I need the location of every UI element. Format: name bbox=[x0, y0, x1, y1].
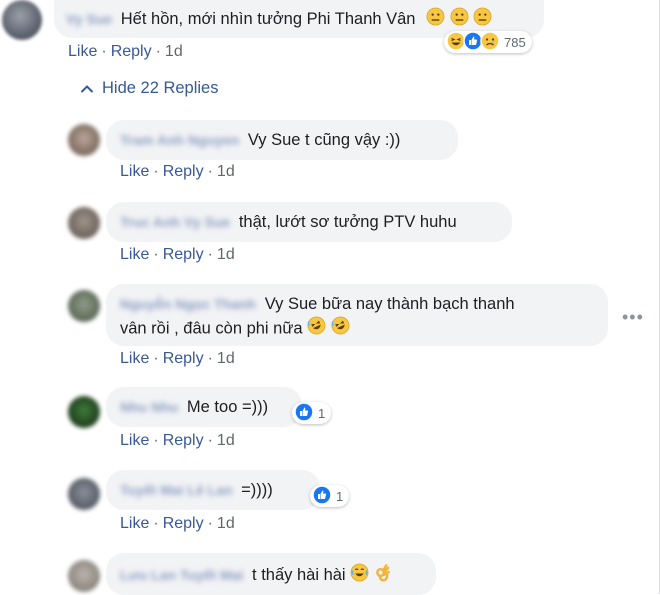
timestamp[interactable]: 1d bbox=[217, 515, 235, 532]
separator: · bbox=[207, 163, 213, 180]
like-button[interactable]: Like bbox=[120, 246, 149, 263]
like-button[interactable]: Like bbox=[120, 432, 149, 449]
reply-actions: Like · Reply · 1d bbox=[120, 350, 235, 368]
reply-button[interactable]: Reply bbox=[111, 43, 152, 60]
avatar[interactable] bbox=[68, 290, 100, 322]
comment-text: Hết hồn, mới nhìn tưởng Phi Thanh Vân bbox=[120, 9, 416, 28]
emoji-neutral-icon bbox=[426, 7, 445, 32]
reply-author[interactable]: Tram Anh Nguyen bbox=[120, 129, 239, 151]
avatar[interactable] bbox=[68, 478, 100, 510]
reply-button[interactable]: Reply bbox=[163, 515, 204, 532]
like-button[interactable]: Like bbox=[120, 515, 149, 532]
separator: · bbox=[101, 43, 107, 60]
separator: · bbox=[153, 246, 159, 263]
rofl-emoji-icon bbox=[331, 316, 350, 342]
comment-author[interactable]: Vy Sue bbox=[66, 8, 112, 30]
reply-bubble: Nhu Nhu Me too =))) bbox=[106, 387, 302, 427]
reply-bubble: Tram Anh Nguyen Vy Sue t cũng vậy :)) bbox=[106, 120, 458, 160]
reply-text: vân rồi , đâu còn phi nữa bbox=[120, 319, 303, 338]
separator: · bbox=[207, 350, 213, 367]
reply-text-line: Nguyễn Ngọc Thanh Vy Sue bữa nay thành b… bbox=[120, 292, 596, 316]
emoji-neutral-icon bbox=[450, 7, 469, 32]
reply-text: t thấy hài hài bbox=[252, 565, 346, 584]
separator: · bbox=[153, 350, 159, 367]
avatar[interactable] bbox=[68, 560, 100, 592]
reply-actions: Like · Reply · 1d bbox=[120, 515, 235, 533]
comment-actions: Like · Reply · 1d bbox=[68, 43, 183, 61]
reply-actions: Like · Reply · 1d bbox=[120, 432, 235, 450]
reply-button[interactable]: Reply bbox=[163, 350, 204, 367]
like-icon bbox=[294, 401, 314, 425]
separator: · bbox=[153, 163, 159, 180]
timestamp[interactable]: 1d bbox=[217, 432, 235, 449]
reply-text: =)))) bbox=[241, 481, 273, 499]
like-button[interactable]: Like bbox=[120, 163, 149, 180]
hide-replies-label: Hide 22 Replies bbox=[102, 79, 219, 97]
timestamp[interactable]: 1d bbox=[217, 350, 235, 367]
reaction-count: 785 bbox=[504, 34, 526, 50]
chevron-up-icon bbox=[80, 84, 94, 93]
separator: · bbox=[207, 432, 213, 449]
reply-actions: Like · Reply · 1d bbox=[120, 246, 235, 264]
avatar[interactable] bbox=[68, 396, 100, 428]
like-button[interactable]: Like bbox=[120, 350, 149, 367]
reply-button[interactable]: Reply bbox=[163, 246, 204, 263]
reply-author[interactable]: Nguyễn Ngọc Thanh bbox=[120, 292, 256, 316]
reply-text: Vy Sue t cũng vậy :)) bbox=[247, 131, 401, 149]
avatar[interactable] bbox=[68, 207, 100, 239]
reaction-count: 1 bbox=[318, 405, 326, 421]
avatar[interactable] bbox=[68, 124, 100, 156]
hide-replies-button[interactable]: Hide 22 Replies bbox=[80, 79, 218, 98]
separator: · bbox=[207, 515, 213, 532]
ok-hand-emoji-icon bbox=[374, 563, 391, 588]
like-button[interactable]: Like bbox=[68, 43, 97, 60]
reply-bubble: Tuyết Mai Lê Lan =)))) bbox=[106, 470, 320, 510]
separator: · bbox=[207, 246, 213, 263]
timestamp[interactable]: 1d bbox=[217, 246, 235, 263]
reply-button[interactable]: Reply bbox=[163, 163, 204, 180]
emoji-neutral-icon bbox=[473, 7, 492, 32]
reply-text: Me too =))) bbox=[186, 398, 269, 416]
reply-bubble: Truc Anh Vy Sue thật, lướt sơ tưởng PTV … bbox=[106, 202, 512, 242]
sad-icon bbox=[480, 30, 500, 54]
reaction-count: 1 bbox=[336, 488, 344, 504]
reply-author[interactable]: Nhu Nhu bbox=[120, 396, 178, 418]
reaction-summary[interactable]: 785 bbox=[444, 30, 532, 54]
like-icon bbox=[312, 484, 332, 508]
reply-author[interactable]: Truc Anh Vy Sue bbox=[120, 211, 230, 233]
reply-text: Vy Sue bữa nay thành bạch thanh bbox=[264, 295, 515, 313]
reply-text-line: vân rồi , đâu còn phi nữa bbox=[120, 316, 596, 342]
separator: · bbox=[155, 43, 161, 60]
timestamp[interactable]: 1d bbox=[217, 163, 235, 180]
reply-author[interactable]: Lưu Lan Tuyết Mai bbox=[120, 564, 243, 586]
separator: · bbox=[153, 515, 159, 532]
more-options-icon[interactable]: ••• bbox=[622, 307, 644, 328]
reply-bubble: Lưu Lan Tuyết Mai t thấy hài hài bbox=[106, 553, 436, 595]
separator: · bbox=[153, 432, 159, 449]
reply-text: thật, lướt sơ tưởng PTV huhu bbox=[238, 213, 457, 231]
reply-bubble: Nguyễn Ngọc Thanh Vy Sue bữa nay thành b… bbox=[106, 284, 608, 346]
reply-actions: Like · Reply · 1d bbox=[120, 163, 235, 181]
rofl-emoji-icon bbox=[307, 316, 326, 342]
timestamp[interactable]: 1d bbox=[165, 43, 183, 60]
avatar[interactable] bbox=[2, 0, 42, 40]
reaction-summary[interactable]: 1 bbox=[310, 484, 350, 508]
reply-button[interactable]: Reply bbox=[163, 432, 204, 449]
laughing-tears-emoji-icon bbox=[350, 563, 369, 588]
reply-author[interactable]: Tuyết Mai Lê Lan bbox=[120, 479, 233, 501]
reaction-summary[interactable]: 1 bbox=[292, 401, 332, 425]
